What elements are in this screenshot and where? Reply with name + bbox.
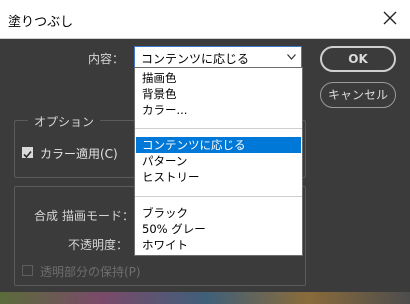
blend-mode-label: 描画モード： — [62, 209, 135, 223]
window-title: 塗りつぶし — [8, 15, 74, 30]
dropdown-option[interactable]: 描画色 — [136, 70, 301, 86]
checkmark-icon — [23, 150, 32, 159]
contents-dropdown-list: 描画色 背景色 カラー... コンテンツに応じる パターン ヒストリー ブラック… — [134, 67, 303, 256]
dropdown-option[interactable]: 背景色 — [136, 86, 301, 102]
blending-group-title: 合成 — [28, 207, 65, 224]
contents-label: 内容： — [88, 52, 125, 66]
fill-dialog: 塗りつぶし 内容： コンテンツに応じる OK キャンセル オプション カラー適用… — [0, 0, 410, 292]
preserve-transparency-checkbox[interactable] — [22, 265, 33, 276]
dropdown-option[interactable]: カラー... — [136, 102, 301, 118]
title-bar: 塗りつぶし — [0, 0, 410, 39]
background-canvas-strip — [0, 292, 410, 304]
opacity-label: 不透明度： — [68, 238, 129, 252]
ok-button[interactable]: OK — [320, 46, 396, 72]
color-adapt-checkbox[interactable] — [22, 147, 33, 159]
dropdown-option[interactable]: ホワイト — [136, 237, 301, 253]
dropdown-separator — [135, 128, 302, 129]
color-adapt-label[interactable]: カラー適用(C) — [40, 145, 118, 162]
chevron-down-icon — [287, 54, 296, 60]
dropdown-separator — [135, 196, 302, 197]
dropdown-option-selected[interactable]: コンテンツに応じる — [136, 137, 301, 153]
dropdown-option[interactable]: パターン — [136, 153, 301, 169]
contents-select[interactable]: コンテンツに応じる — [134, 46, 302, 68]
contents-selected-value: コンテンツに応じる — [141, 52, 250, 66]
options-group-title: オプション — [28, 113, 101, 130]
dropdown-option[interactable]: ヒストリー — [136, 169, 301, 185]
dropdown-option[interactable]: 50% グレー — [136, 221, 301, 237]
cancel-button[interactable]: キャンセル — [320, 82, 396, 108]
close-icon[interactable] — [380, 8, 400, 28]
preserve-transparency-label[interactable]: 透明部分の保持(P) — [40, 263, 141, 280]
dropdown-option[interactable]: ブラック — [136, 205, 301, 221]
